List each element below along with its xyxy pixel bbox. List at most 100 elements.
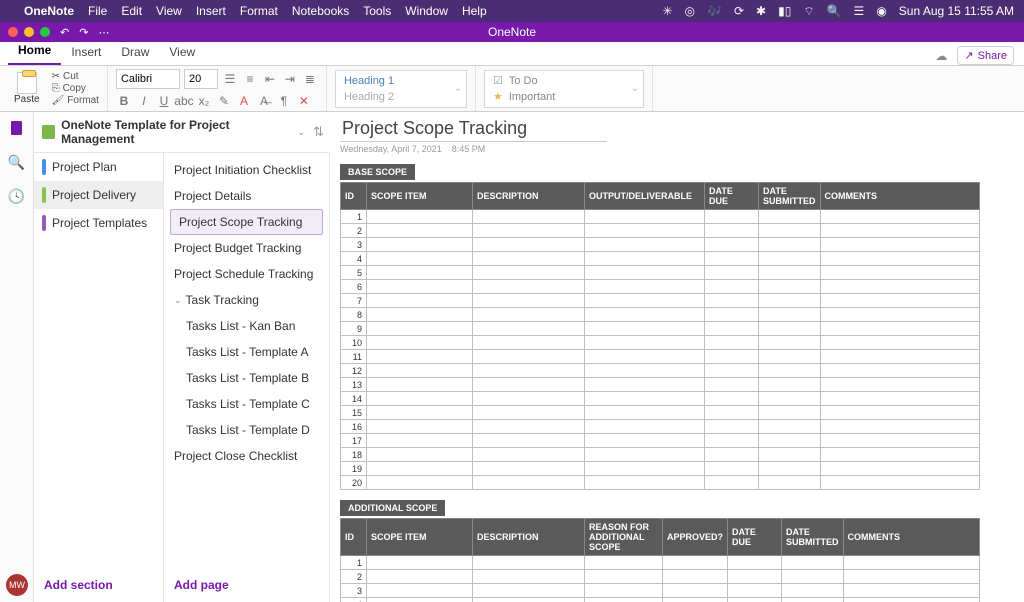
table-cell[interactable]	[759, 308, 821, 322]
copy-button[interactable]: ⎘Copy	[52, 83, 99, 94]
table-cell[interactable]	[585, 322, 705, 336]
table-cell[interactable]	[585, 420, 705, 434]
table-cell[interactable]	[782, 556, 844, 570]
menu-notebooks[interactable]: Notebooks	[292, 4, 349, 18]
table-cell[interactable]	[473, 584, 585, 598]
table-cell[interactable]	[759, 322, 821, 336]
table-row[interactable]: 16	[341, 420, 980, 434]
table-cell[interactable]	[585, 406, 705, 420]
table-row[interactable]: 3	[341, 584, 980, 598]
table-cell[interactable]	[585, 570, 663, 584]
table-cell[interactable]	[705, 434, 759, 448]
table-cell[interactable]	[473, 570, 585, 584]
styles-pane[interactable]: Heading 1 Heading 2 ⌄	[335, 70, 467, 108]
table-row[interactable]: 15	[341, 406, 980, 420]
battery-icon[interactable]: ▮▯	[778, 4, 791, 18]
table-cell[interactable]	[367, 210, 473, 224]
table-cell[interactable]	[759, 280, 821, 294]
highlight-icon[interactable]: ✎	[216, 93, 232, 109]
menu-view[interactable]: View	[156, 4, 182, 18]
table-cell[interactable]	[820, 294, 980, 308]
table-cell[interactable]	[759, 434, 821, 448]
table-cell[interactable]	[759, 392, 821, 406]
menu-insert[interactable]: Insert	[196, 4, 226, 18]
table-cell[interactable]	[473, 294, 585, 308]
table-cell[interactable]	[663, 570, 728, 584]
table-cell[interactable]	[705, 224, 759, 238]
table-cell[interactable]	[585, 308, 705, 322]
table-cell[interactable]	[367, 556, 473, 570]
table-cell[interactable]	[473, 598, 585, 602]
table-cell[interactable]	[782, 598, 844, 602]
table-cell[interactable]	[728, 598, 782, 602]
table-cell[interactable]	[759, 406, 821, 420]
table-cell[interactable]	[820, 476, 980, 490]
bullet-list-icon[interactable]: ☰	[222, 71, 238, 87]
recent-rail-icon[interactable]: 🕓	[7, 186, 27, 206]
table-cell[interactable]	[820, 434, 980, 448]
add-section-button[interactable]: Add section	[34, 568, 163, 602]
table-cell[interactable]	[782, 584, 844, 598]
table-cell[interactable]	[759, 238, 821, 252]
table-cell[interactable]	[759, 364, 821, 378]
table-cell[interactable]	[820, 210, 980, 224]
table-cell[interactable]	[820, 350, 980, 364]
table-cell[interactable]	[820, 266, 980, 280]
table-cell[interactable]	[367, 434, 473, 448]
table-cell[interactable]	[367, 378, 473, 392]
table-cell[interactable]	[367, 238, 473, 252]
table-cell[interactable]	[759, 462, 821, 476]
menu-format[interactable]: Format	[240, 4, 278, 18]
font-name-select[interactable]	[116, 69, 180, 89]
table-cell[interactable]	[473, 406, 585, 420]
table-cell[interactable]	[585, 266, 705, 280]
table-cell[interactable]	[473, 266, 585, 280]
undo-icon[interactable]: ↶	[60, 26, 69, 39]
page-item[interactable]: Project Scope Tracking	[170, 209, 323, 235]
outdent-icon[interactable]: ⇤	[262, 71, 278, 87]
menu-edit[interactable]: Edit	[121, 4, 142, 18]
table-cell[interactable]	[585, 280, 705, 294]
table-cell[interactable]	[705, 280, 759, 294]
table-cell[interactable]	[820, 308, 980, 322]
table-cell[interactable]	[585, 224, 705, 238]
font-size-select[interactable]	[184, 69, 218, 89]
table-cell[interactable]	[473, 556, 585, 570]
table-cell[interactable]	[728, 570, 782, 584]
table-cell[interactable]	[705, 378, 759, 392]
table-cell[interactable]	[367, 392, 473, 406]
table-cell[interactable]	[473, 420, 585, 434]
table-cell[interactable]	[473, 210, 585, 224]
table-cell[interactable]	[820, 392, 980, 406]
table-row[interactable]: 13	[341, 378, 980, 392]
table-cell[interactable]	[585, 434, 705, 448]
cut-button[interactable]: ✂Cut	[52, 71, 99, 82]
share-button[interactable]: ↗ Share	[957, 46, 1014, 65]
table-cell[interactable]	[728, 584, 782, 598]
table-cell[interactable]	[367, 252, 473, 266]
alignment-icon[interactable]: ≣	[302, 71, 318, 87]
table-cell[interactable]	[705, 364, 759, 378]
table-row[interactable]: 9	[341, 322, 980, 336]
table-cell[interactable]	[473, 350, 585, 364]
table-cell[interactable]	[473, 252, 585, 266]
status-icon-1[interactable]: ✳	[662, 4, 672, 18]
tab-view[interactable]: View	[159, 41, 205, 65]
table-cell[interactable]	[473, 462, 585, 476]
menu-window[interactable]: Window	[405, 4, 448, 18]
table-cell[interactable]	[705, 448, 759, 462]
app-name[interactable]: OneNote	[24, 4, 74, 18]
number-list-icon[interactable]: ≡	[242, 71, 258, 87]
table-cell[interactable]	[585, 584, 663, 598]
page-title[interactable]: Project Scope Tracking	[340, 118, 607, 142]
table-cell[interactable]	[705, 462, 759, 476]
menu-file[interactable]: File	[88, 4, 107, 18]
table-cell[interactable]	[585, 252, 705, 266]
table-cell[interactable]	[473, 308, 585, 322]
table-cell[interactable]	[759, 350, 821, 364]
clear-format-icon[interactable]: A̶	[256, 93, 272, 109]
table-cell[interactable]	[705, 252, 759, 266]
tab-draw[interactable]: Draw	[111, 41, 159, 65]
additional-scope-table[interactable]: IDSCOPE ITEMDESCRIPTIONREASON FOR ADDITI…	[340, 518, 980, 602]
wifi-icon[interactable]: ⌔	[803, 4, 814, 19]
